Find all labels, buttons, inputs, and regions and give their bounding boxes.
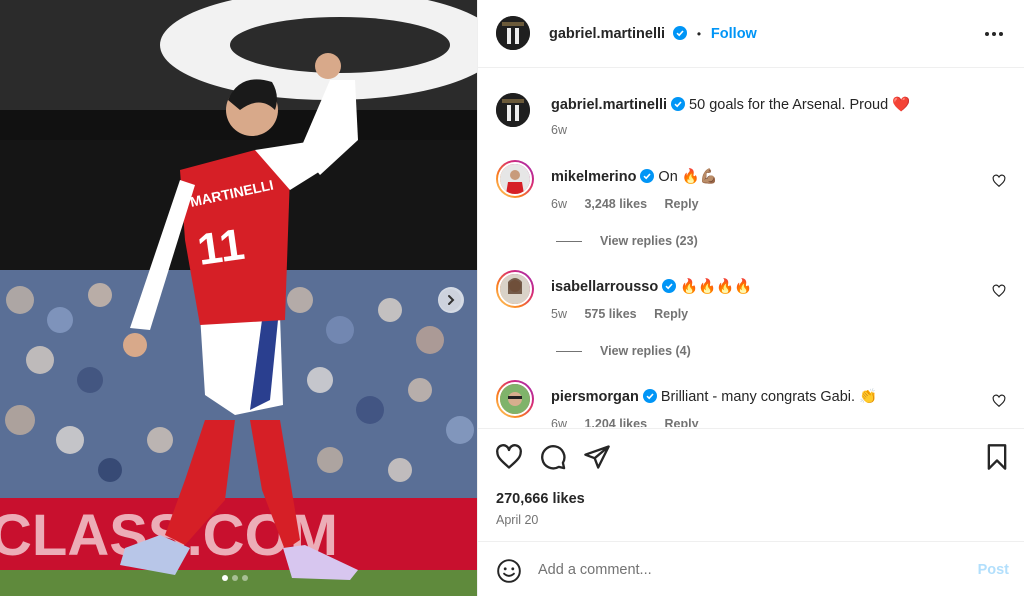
caption-username[interactable]: gabriel.martinelli bbox=[551, 97, 667, 113]
reply-button[interactable]: Reply bbox=[665, 197, 699, 211]
author-avatar[interactable] bbox=[496, 16, 530, 50]
view-replies-button[interactable]: View replies (23) bbox=[556, 234, 698, 248]
comment-bubble-icon[interactable] bbox=[539, 443, 567, 471]
carousel-dot bbox=[222, 575, 228, 581]
svg-text:11: 11 bbox=[194, 220, 247, 275]
emoji-icon[interactable] bbox=[496, 558, 522, 584]
avatar-image bbox=[500, 384, 530, 414]
comment-text: Brilliant - many congrats Gabi. 👏 bbox=[660, 389, 878, 405]
heart-outline-icon[interactable] bbox=[992, 394, 1006, 408]
view-replies-label: View replies (4) bbox=[600, 344, 691, 358]
author-avatar[interactable] bbox=[496, 93, 530, 127]
reply-button[interactable]: Reply bbox=[665, 417, 699, 427]
caption-text: 50 goals for the Arsenal. Proud ❤️ bbox=[689, 97, 911, 113]
comment-composer: Post bbox=[478, 541, 1024, 596]
reply-button[interactable]: Reply bbox=[654, 307, 688, 321]
likes-count[interactable]: 270,666 likes bbox=[496, 491, 585, 507]
match-photo-illustration: CLASS.COM MARTINELLI 11 bbox=[0, 0, 477, 596]
verified-badge-icon bbox=[662, 279, 677, 293]
post-comment-button[interactable]: Post bbox=[978, 562, 1009, 578]
next-photo-button[interactable] bbox=[438, 287, 464, 313]
heart-outline-icon[interactable] bbox=[992, 284, 1006, 298]
post-photo[interactable]: CLASS.COM MARTINELLI 11 bbox=[0, 0, 477, 596]
replies-divider bbox=[556, 240, 582, 242]
follow-button[interactable]: Follow bbox=[711, 26, 757, 42]
post-date: April 20 bbox=[496, 513, 539, 527]
comment-item: piersmorgan Brilliant - many congrats Gab… bbox=[496, 380, 1006, 427]
comment-item: isabellarrousso 🔥🔥🔥🔥 5w 575 likes Reply bbox=[496, 270, 1006, 321]
post-header: gabriel.martinelli • Follow bbox=[478, 0, 1024, 68]
commenter-avatar[interactable] bbox=[496, 270, 534, 308]
caption-age: 6w bbox=[551, 123, 567, 137]
author-username[interactable]: gabriel.martinelli bbox=[549, 26, 665, 42]
comment-username[interactable]: piersmorgan bbox=[551, 389, 639, 405]
view-replies-label: View replies (23) bbox=[600, 234, 698, 248]
share-send-icon[interactable] bbox=[583, 443, 611, 471]
post-actions: 270,666 likes April 20 bbox=[478, 428, 1024, 540]
view-replies-button[interactable]: View replies (4) bbox=[556, 344, 691, 358]
like-heart-icon[interactable] bbox=[495, 443, 523, 471]
comment-age: 5w bbox=[551, 307, 567, 321]
replies-divider bbox=[556, 350, 582, 352]
verified-badge-icon bbox=[642, 389, 657, 403]
comment-text: On 🔥💪🏽 bbox=[658, 169, 718, 185]
separator-dot: • bbox=[696, 27, 702, 41]
heart-outline-icon[interactable] bbox=[992, 174, 1006, 188]
avatar-image bbox=[500, 164, 530, 194]
more-horizontal-icon[interactable] bbox=[983, 24, 1005, 44]
caption: gabriel.martinelli 50 goals for the Arsen… bbox=[496, 93, 1006, 143]
carousel-dot bbox=[232, 575, 238, 581]
comment-likes[interactable]: 575 likes bbox=[584, 307, 636, 321]
bookmark-icon[interactable] bbox=[983, 443, 1011, 471]
verified-badge-icon bbox=[672, 26, 687, 40]
chevron-right-icon bbox=[448, 295, 455, 305]
verified-badge-icon bbox=[640, 169, 655, 183]
comment-input[interactable] bbox=[538, 559, 958, 581]
comment-age: 6w bbox=[551, 197, 567, 211]
comment-username[interactable]: mikelmerino bbox=[551, 169, 636, 185]
carousel-dot bbox=[242, 575, 248, 581]
comment-item: mikelmerino On 🔥💪🏽 6w 3,248 likes Reply bbox=[496, 160, 1006, 211]
comments-list[interactable]: gabriel.martinelli 50 goals for the Arsen… bbox=[478, 69, 1024, 427]
commenter-avatar[interactable] bbox=[496, 160, 534, 198]
verified-badge-icon bbox=[671, 97, 686, 111]
comment-text: 🔥🔥🔥🔥 bbox=[680, 279, 753, 295]
comment-username[interactable]: isabellarrousso bbox=[551, 279, 658, 295]
avatar-image bbox=[500, 274, 530, 304]
comment-likes[interactable]: 3,248 likes bbox=[584, 197, 647, 211]
avatar-image bbox=[496, 93, 530, 127]
comment-likes[interactable]: 1,204 likes bbox=[584, 417, 647, 427]
comment-age: 6w bbox=[551, 417, 567, 427]
carousel-indicator bbox=[222, 575, 248, 581]
post-sidebar: gabriel.martinelli • Follow gabriel.mart… bbox=[477, 0, 1024, 596]
commenter-avatar[interactable] bbox=[496, 380, 534, 418]
avatar-image bbox=[496, 16, 530, 50]
